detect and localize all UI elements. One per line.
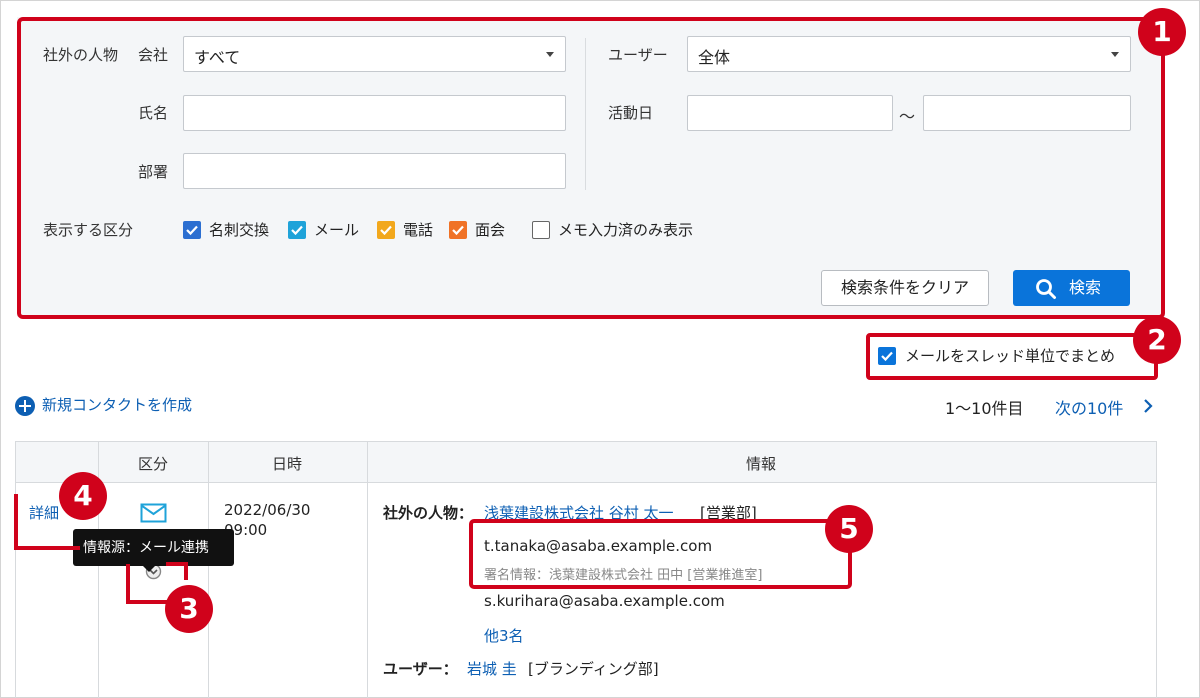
plus-circle-icon bbox=[15, 396, 35, 416]
user-link[interactable]: 岩城 圭 bbox=[467, 658, 517, 679]
create-contact-label: 新規コンタクトを作成 bbox=[42, 396, 193, 414]
col-divider bbox=[367, 442, 368, 698]
next-page-link[interactable]: 次の10件 bbox=[1055, 395, 1123, 419]
callout-badge-5: 5 bbox=[825, 505, 873, 553]
callout-badge-2: 2 bbox=[1133, 316, 1181, 364]
table-header bbox=[16, 442, 1156, 483]
callout-badge-1: 1 bbox=[1138, 8, 1186, 56]
others-link[interactable]: 他3名 bbox=[484, 625, 524, 646]
callout-box-1 bbox=[17, 17, 1165, 319]
source-tooltip: 情報源：メール連携 bbox=[73, 529, 234, 572]
external-person-field-label: 社外の人物： bbox=[383, 504, 474, 522]
paging-range: 1〜10件目 bbox=[945, 399, 1024, 418]
callout-box-2 bbox=[866, 333, 1158, 380]
email-address-2: s.kurihara@asaba.example.com bbox=[484, 592, 725, 610]
callout-badge-3: 3 bbox=[165, 585, 213, 633]
header-info: 情報 bbox=[746, 455, 777, 473]
callout-badge-4: 4 bbox=[59, 472, 107, 520]
mail-icon bbox=[140, 503, 167, 523]
user-field-label: ユーザー： bbox=[383, 660, 458, 678]
header-category: 区分 bbox=[138, 455, 169, 473]
row-date: 2022/06/30 bbox=[224, 501, 311, 519]
header-datetime: 日時 bbox=[272, 455, 303, 473]
col-divider bbox=[208, 442, 209, 698]
user-dept: [ブランディング部] bbox=[528, 660, 659, 678]
chevron-right-icon[interactable] bbox=[1141, 398, 1155, 414]
callout-box-5 bbox=[469, 519, 852, 589]
